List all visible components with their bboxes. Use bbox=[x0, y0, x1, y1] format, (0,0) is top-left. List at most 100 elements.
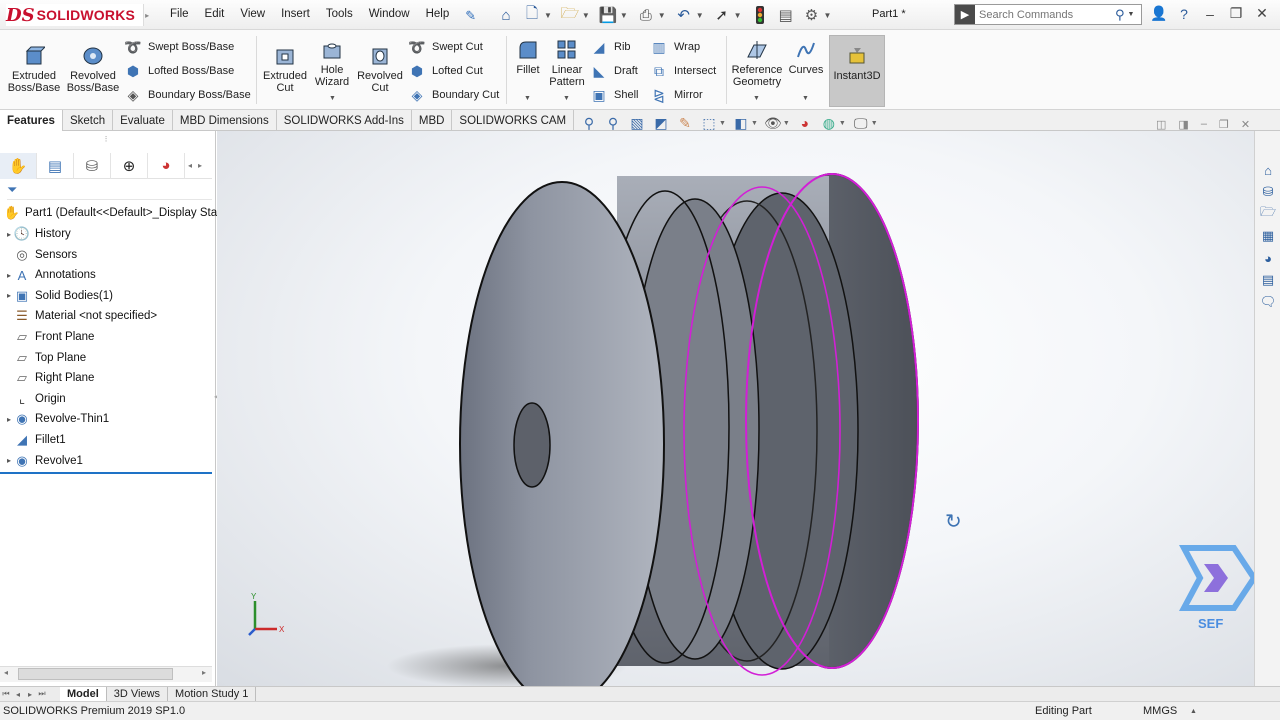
edit-appearance-icon[interactable]: ◕ bbox=[796, 114, 814, 132]
menu-edit[interactable]: Edit bbox=[197, 8, 233, 24]
appearances-scenes-icon[interactable]: ◕ bbox=[1259, 249, 1277, 267]
file-properties-icon[interactable]: ▤ bbox=[775, 5, 797, 25]
pin-menu-icon[interactable]: ✎ bbox=[457, 8, 484, 24]
next-tab-icon[interactable]: ▸ bbox=[24, 690, 36, 699]
tree-item-revolve-thin1[interactable]: ▸ ◉ Revolve-Thin1 bbox=[4, 409, 109, 429]
home-icon[interactable]: ⌂ bbox=[495, 5, 517, 25]
filter-funnel-icon[interactable]: ⏷ bbox=[7, 182, 17, 197]
minimize-icon[interactable]: – bbox=[1202, 6, 1218, 22]
hide-show-items-icon[interactable]: 👁 bbox=[764, 114, 782, 132]
tab-mbd-dimensions[interactable]: MBD Dimensions bbox=[173, 110, 277, 131]
menu-view[interactable]: View bbox=[232, 8, 273, 24]
linear-pattern-button[interactable]: Linear Pattern bbox=[548, 38, 586, 88]
view-palette-icon[interactable]: ▦ bbox=[1259, 227, 1277, 245]
fillet-dropdown-icon[interactable]: ▼ bbox=[524, 95, 531, 102]
tree-item-top-plane[interactable]: ▱ Top Plane bbox=[4, 348, 86, 368]
extruded-boss-button[interactable]: Extruded Boss/Base bbox=[8, 44, 60, 94]
hole-wizard-button[interactable]: Hole Wizard bbox=[312, 38, 352, 88]
extruded-cut-button[interactable]: Extruded Cut bbox=[261, 44, 309, 94]
viewport-close-icon[interactable]: ✕ bbox=[1241, 118, 1250, 131]
boundary-cut-button[interactable]: ◈ Boundary Cut bbox=[408, 86, 500, 104]
custom-properties-icon[interactable]: ▤ bbox=[1259, 271, 1277, 289]
tree-item-material-not-specified[interactable]: ☰ Material <not specified> bbox=[4, 306, 157, 326]
menu-tools[interactable]: Tools bbox=[318, 8, 361, 24]
user-account-icon[interactable]: 👤 bbox=[1150, 5, 1167, 22]
undo-icon[interactable]: ↶ bbox=[673, 5, 695, 25]
mirror-button[interactable]: ⧎ Mirror bbox=[650, 86, 703, 104]
select-pointer-icon[interactable]: ➚ bbox=[711, 5, 733, 25]
tree-item-origin[interactable]: ⌞ Origin bbox=[4, 389, 66, 409]
tab-motion-study-1[interactable]: Motion Study 1 bbox=[168, 686, 257, 702]
tab-features[interactable]: Features bbox=[0, 110, 63, 131]
forum-icon[interactable]: 🗨 bbox=[1259, 293, 1277, 311]
display-manager-icon[interactable]: ◕ bbox=[148, 152, 185, 179]
print-icon[interactable]: ⎙ bbox=[635, 5, 657, 25]
menu-window[interactable]: Window bbox=[361, 8, 418, 24]
intersect-button[interactable]: ⧉ Intersect bbox=[650, 62, 716, 80]
display-style-icon[interactable]: ◧ bbox=[732, 114, 750, 132]
rebuild-traffic-light-icon[interactable] bbox=[749, 5, 771, 25]
expand-arrow-icon[interactable]: ▸ bbox=[4, 415, 14, 424]
lofted-boss-button[interactable]: ⬢ Lofted Boss/Base bbox=[124, 62, 234, 80]
menu-file[interactable]: File bbox=[162, 8, 197, 24]
tab-evaluate[interactable]: Evaluate bbox=[113, 110, 173, 131]
curves-button[interactable]: Curves bbox=[788, 38, 824, 76]
fillet-button[interactable]: Fillet bbox=[512, 38, 544, 76]
reference-geometry-button[interactable]: Reference Geometry bbox=[730, 38, 784, 88]
tree-root-part[interactable]: ✋ Part1 (Default<<Default>_Display Sta bbox=[4, 203, 217, 223]
rib-button[interactable]: ◢ Rib bbox=[590, 38, 631, 56]
previous-view-icon[interactable]: ▧ bbox=[628, 114, 646, 132]
tree-item-sensors[interactable]: ◎ Sensors bbox=[4, 245, 77, 265]
tree-item-revolve1[interactable]: ▸ ◉ Revolve1 bbox=[4, 451, 83, 471]
solidworks-logo[interactable]: DS SOLIDWORKS ▸ bbox=[6, 4, 149, 26]
tab-model[interactable]: Model bbox=[60, 686, 107, 702]
tab-3d-views[interactable]: 3D Views bbox=[107, 686, 169, 702]
revolved-boss-button[interactable]: Revolved Boss/Base bbox=[64, 44, 122, 94]
last-tab-icon[interactable]: ⏭ bbox=[36, 689, 48, 699]
close-icon[interactable]: ✕ bbox=[1254, 5, 1270, 22]
search-commands-box[interactable]: ▶ ⚲ ▼ bbox=[954, 4, 1142, 25]
scroll-left-icon[interactable]: ◂ bbox=[4, 668, 8, 677]
viewport-minimize-icon[interactable]: – bbox=[1201, 118, 1207, 131]
save-icon[interactable]: 💾 bbox=[597, 5, 619, 25]
expand-arrow-icon[interactable]: ▸ bbox=[4, 230, 14, 239]
open-folder-icon[interactable]: 🗁 bbox=[559, 5, 581, 25]
center-bore-hole[interactable] bbox=[513, 402, 551, 488]
view-orientation-icon[interactable]: ⬚ bbox=[700, 114, 718, 132]
swept-cut-button[interactable]: ➰ Swept Cut bbox=[408, 38, 482, 56]
boundary-boss-button[interactable]: ◈ Boundary Boss/Base bbox=[124, 86, 251, 104]
menu-help[interactable]: Help bbox=[418, 8, 458, 24]
help-icon[interactable]: ? bbox=[1176, 6, 1192, 22]
expand-arrow-icon[interactable]: ▸ bbox=[4, 271, 14, 280]
reference-geometry-dropdown-icon[interactable]: ▼ bbox=[753, 95, 760, 102]
tab-solidworks-cam[interactable]: SOLIDWORKS CAM bbox=[452, 110, 575, 131]
section-view-icon[interactable]: ◩ bbox=[652, 114, 670, 132]
restore-icon[interactable]: ❐ bbox=[1228, 5, 1244, 22]
new-document-icon[interactable]: 🗋 bbox=[521, 5, 543, 25]
first-tab-icon[interactable]: ⏮ bbox=[0, 689, 12, 699]
menu-insert[interactable]: Insert bbox=[273, 8, 318, 24]
hole-wizard-dropdown-icon[interactable]: ▼ bbox=[329, 95, 336, 102]
configuration-manager-icon[interactable]: ⛁ bbox=[74, 152, 111, 179]
tab-mbd[interactable]: MBD bbox=[412, 110, 453, 131]
tabs-scroll-left-icon[interactable]: ◂ bbox=[185, 161, 195, 170]
search-icon[interactable]: ⚲ bbox=[1115, 7, 1125, 23]
prev-tab-icon[interactable]: ◂ bbox=[12, 690, 24, 699]
feature-manager-tree-icon[interactable]: ✋ bbox=[0, 152, 37, 179]
expand-arrow-icon[interactable]: ▸ bbox=[4, 456, 14, 465]
linear-pattern-dropdown-icon[interactable]: ▼ bbox=[563, 95, 570, 102]
graphics-area[interactable]: Y X ↻ SEF bbox=[217, 131, 1258, 707]
tab-solidworks-add-ins[interactable]: SOLIDWORKS Add-Ins bbox=[277, 110, 412, 131]
tree-item-front-plane[interactable]: ▱ Front Plane bbox=[4, 327, 94, 347]
viewport-restore-icon[interactable]: ❐ bbox=[1219, 118, 1229, 131]
tree-item-fillet1[interactable]: ◢ Fillet1 bbox=[4, 430, 66, 450]
zoom-to-area-icon[interactable]: ⚲ bbox=[604, 114, 622, 132]
tabs-scroll-right-icon[interactable]: ▸ bbox=[195, 161, 205, 170]
scrollbar-thumb[interactable] bbox=[18, 668, 173, 680]
units-dropdown-icon[interactable]: ▲ bbox=[1190, 708, 1197, 715]
solidworks-resources-icon[interactable]: ⌂ bbox=[1259, 161, 1277, 179]
dimxpert-manager-icon[interactable]: ⊕ bbox=[111, 152, 148, 179]
tree-item-solid-bodies-1[interactable]: ▸ ▣ Solid Bodies(1) bbox=[4, 286, 113, 306]
options-gear-icon[interactable]: ⚙ bbox=[801, 5, 823, 25]
front-flange-face[interactable] bbox=[459, 181, 665, 707]
